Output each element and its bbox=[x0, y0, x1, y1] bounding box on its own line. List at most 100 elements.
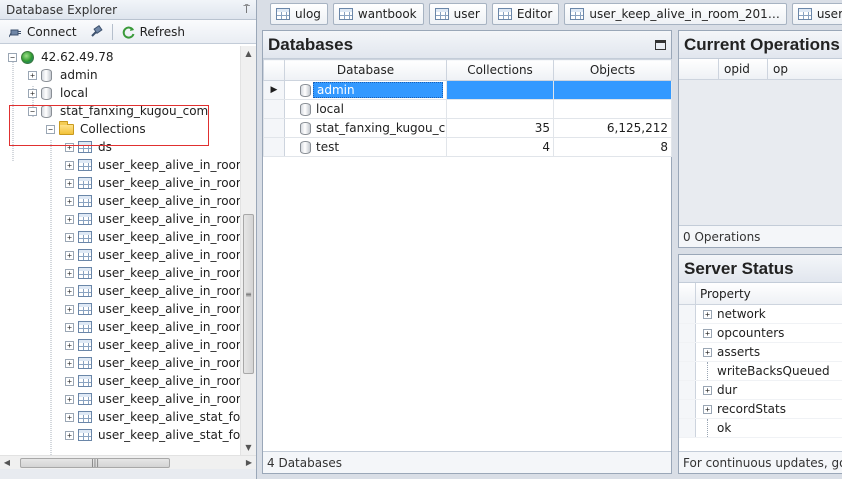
property-row[interactable]: + dur bbox=[679, 381, 842, 400]
tree-node-collection[interactable]: + user_keep_alive_in_room_ bbox=[0, 264, 240, 282]
tree-node-collection[interactable]: + user_keep_alive_in_room_ bbox=[0, 300, 240, 318]
column-header[interactable]: Objects bbox=[553, 59, 672, 81]
expand-icon[interactable]: + bbox=[65, 322, 74, 332]
objects-cell[interactable] bbox=[553, 99, 672, 119]
objects-cell[interactable]: 6,125,212 bbox=[553, 118, 672, 138]
tree-node-database[interactable]: + admin bbox=[0, 66, 240, 84]
expand-icon[interactable]: + bbox=[65, 430, 74, 440]
tree-node-collection[interactable]: + user_keep_alive_in_room_ bbox=[0, 318, 240, 336]
collapse-icon[interactable]: − bbox=[8, 52, 17, 62]
expand-icon[interactable]: + bbox=[65, 286, 74, 296]
table-row[interactable]: ▶ admin bbox=[263, 80, 672, 100]
operations-grid: opid op bbox=[679, 59, 842, 225]
database-cell[interactable]: admin bbox=[284, 80, 447, 100]
maximize-icon[interactable] bbox=[655, 39, 666, 50]
tab-3[interactable]: user bbox=[428, 2, 487, 25]
tree-horizontal-scrollbar[interactable]: ◀ ||| ▶ bbox=[0, 455, 256, 469]
collections-cell[interactable] bbox=[446, 99, 554, 119]
tab-6[interactable]: users bbox=[791, 2, 842, 25]
database-cell[interactable]: local bbox=[284, 99, 447, 119]
column-header[interactable]: opid bbox=[719, 59, 768, 79]
tree-node-collection[interactable]: + user_keep_alive_in_room_ bbox=[0, 390, 240, 408]
property-row[interactable]: + asserts bbox=[679, 343, 842, 362]
property-row[interactable]: + opcounters bbox=[679, 324, 842, 343]
expand-icon[interactable]: + bbox=[65, 160, 74, 170]
table-row[interactable]: stat_fanxing_kugou_c... 35 6,125,212 bbox=[263, 118, 672, 138]
expand-icon[interactable]: + bbox=[65, 214, 74, 224]
property-row[interactable]: ok bbox=[679, 419, 842, 438]
expand-icon[interactable]: + bbox=[65, 340, 74, 350]
objects-cell[interactable]: 8 bbox=[553, 137, 672, 157]
property-row[interactable]: + recordStats bbox=[679, 400, 842, 419]
tab-2[interactable]: wantbook bbox=[332, 2, 424, 25]
expand-icon[interactable]: + bbox=[703, 347, 712, 357]
disconnect-button[interactable] bbox=[84, 22, 108, 42]
tree-node-collection[interactable]: + user_keep_alive_in_room_ bbox=[0, 192, 240, 210]
tree-node-collection[interactable]: + user_keep_alive_in_room_ bbox=[0, 372, 240, 390]
tree-node-collection[interactable]: + user_keep_alive_in_room_ bbox=[0, 228, 240, 246]
expand-icon[interactable]: + bbox=[65, 178, 74, 188]
expand-icon[interactable]: + bbox=[65, 376, 74, 386]
tree-node-collection[interactable]: + user_keep_alive_in_room_ bbox=[0, 210, 240, 228]
expand-icon[interactable]: + bbox=[65, 394, 74, 404]
row-header[interactable] bbox=[263, 137, 285, 157]
tree-node-collection[interactable]: + user_keep_alive_in_room_ bbox=[0, 246, 240, 264]
collections-cell[interactable]: 4 bbox=[446, 137, 554, 157]
expand-icon[interactable]: + bbox=[65, 196, 74, 206]
scroll-right-arrow-icon[interactable]: ▶ bbox=[242, 456, 256, 470]
table-row[interactable]: test 4 8 bbox=[263, 137, 672, 157]
tree-node-database[interactable]: + local bbox=[0, 84, 240, 102]
row-header[interactable]: ▶ bbox=[263, 80, 285, 100]
scroll-up-arrow-icon[interactable]: ▲ bbox=[241, 46, 256, 62]
expand-icon[interactable]: + bbox=[65, 250, 74, 260]
row-header[interactable] bbox=[263, 118, 285, 138]
expand-icon[interactable]: + bbox=[65, 268, 74, 278]
tree-node-collection[interactable]: + user_keep_alive_in_room_ bbox=[0, 174, 240, 192]
database-cell[interactable]: test bbox=[284, 137, 447, 157]
tree-node-collection[interactable]: + user_keep_alive_in_room_ bbox=[0, 156, 240, 174]
expand-icon[interactable]: + bbox=[703, 309, 712, 319]
tree-node-collection[interactable]: + user_keep_alive_in_room_ bbox=[0, 336, 240, 354]
row-header bbox=[679, 324, 696, 342]
column-header[interactable]: Property bbox=[696, 287, 751, 301]
scroll-thumb[interactable]: ≡ bbox=[243, 214, 254, 374]
tree-node-collection[interactable]: + user_keep_alive_in_room_ bbox=[0, 354, 240, 372]
row-header[interactable] bbox=[263, 99, 285, 119]
scroll-thumb[interactable]: ||| bbox=[20, 458, 170, 468]
refresh-button[interactable]: Refresh bbox=[117, 22, 190, 42]
column-header[interactable]: Database bbox=[284, 59, 447, 81]
server-status-header: Server Status bbox=[679, 255, 842, 283]
column-header[interactable]: op bbox=[768, 59, 842, 79]
property-row[interactable]: writeBacksQueued bbox=[679, 362, 842, 381]
table-row[interactable]: local bbox=[263, 99, 672, 119]
expand-icon[interactable]: + bbox=[65, 304, 74, 314]
tree-node-collection[interactable]: + user_keep_alive_stat_for_d bbox=[0, 426, 240, 444]
tree-node-collection[interactable]: + user_keep_alive_in_room_ bbox=[0, 282, 240, 300]
pin-icon[interactable]: ⍑ bbox=[243, 3, 250, 17]
tree-vertical-scrollbar[interactable]: ▲ ≡ ▼ bbox=[240, 46, 256, 456]
expand-icon[interactable]: + bbox=[703, 385, 712, 395]
tree-node-server[interactable]: − 42.62.49.78 bbox=[0, 48, 240, 66]
scroll-left-arrow-icon[interactable]: ◀ bbox=[0, 456, 14, 470]
scroll-down-arrow-icon[interactable]: ▼ bbox=[241, 440, 256, 456]
expand-icon[interactable]: + bbox=[703, 328, 712, 338]
expand-icon[interactable]: + bbox=[28, 88, 37, 98]
expand-icon[interactable]: + bbox=[65, 412, 74, 422]
panel-title: Databases bbox=[268, 34, 354, 54]
objects-cell[interactable] bbox=[553, 80, 672, 100]
tab-1[interactable]: ulog bbox=[270, 2, 328, 25]
expand-icon[interactable]: + bbox=[28, 70, 37, 80]
tab-5[interactable]: user_keep_alive_in_room_201… bbox=[564, 2, 787, 25]
expand-icon[interactable]: + bbox=[65, 358, 74, 368]
column-header[interactable]: Collections bbox=[446, 59, 554, 81]
collections-cell[interactable] bbox=[446, 80, 554, 100]
database-cell[interactable]: stat_fanxing_kugou_c... bbox=[284, 118, 447, 138]
collections-cell[interactable]: 35 bbox=[446, 118, 554, 138]
expand-icon[interactable]: + bbox=[703, 404, 712, 414]
property-row[interactable]: + network bbox=[679, 305, 842, 324]
tree-node-collection[interactable]: + user_keep_alive_stat_for_d bbox=[0, 408, 240, 426]
expand-icon[interactable]: + bbox=[65, 232, 74, 242]
row-header bbox=[679, 419, 696, 437]
connect-button[interactable]: Connect bbox=[4, 22, 82, 42]
tab-4[interactable]: Editor bbox=[491, 2, 560, 25]
